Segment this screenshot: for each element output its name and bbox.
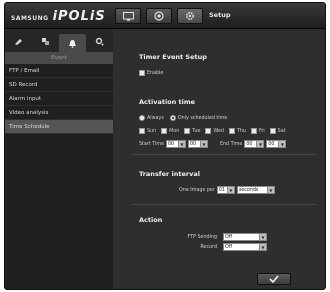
- interval-value: 01: [218, 187, 225, 193]
- sidebar-item-ftp-email[interactable]: FTP / Email: [5, 64, 113, 78]
- sidebar-item-sd-record[interactable]: SD Record: [5, 78, 113, 92]
- interval-unit: seconds: [238, 187, 259, 193]
- alarm-icon: [69, 39, 76, 48]
- chevron-down-icon: ▼: [199, 141, 207, 147]
- sidebar-section-title: Event: [5, 52, 113, 64]
- chevron-down-icon: ▼: [177, 141, 185, 147]
- start-hour-select[interactable]: 00 ▼: [165, 140, 186, 148]
- sidebar-item-time-schedule[interactable]: Time Schedule: [5, 120, 113, 134]
- fri-checkbox[interactable]: [250, 128, 257, 134]
- video-icon: [15, 38, 22, 45]
- chevron-down-icon: ▼: [266, 187, 274, 193]
- sat-label: Sat: [277, 128, 286, 134]
- action-title: Action: [139, 216, 163, 224]
- enable-checkbox[interactable]: [139, 70, 145, 76]
- divider: [131, 154, 317, 155]
- page-title: Setup: [209, 11, 231, 19]
- always-radio[interactable]: [139, 115, 145, 121]
- monitor-icon: [122, 11, 134, 21]
- timer-event-title: Timer Event Setup: [139, 53, 207, 61]
- activation-title: Activation time: [139, 98, 196, 106]
- product-text: iPOLiS: [52, 9, 106, 24]
- thu-checkbox[interactable]: [228, 128, 235, 134]
- end-hour-select[interactable]: 00 ▼: [244, 140, 265, 148]
- chevron-down-icon: ▼: [226, 187, 234, 193]
- logo: SAMSUNG iPOLiS: [11, 9, 106, 24]
- sidebar-item-alarm-input[interactable]: Alarm input: [5, 92, 113, 106]
- sat-checkbox[interactable]: [269, 128, 276, 134]
- sun-label: Sun: [147, 128, 157, 134]
- always-label: Always: [147, 115, 164, 121]
- one-image-per-label: One Image per: [179, 187, 215, 193]
- mon-label: Mon: [169, 128, 180, 134]
- scheduled-radio[interactable]: [169, 115, 176, 121]
- ftp-sending-label: FTP Sending: [187, 234, 217, 240]
- setup-button[interactable]: [177, 8, 203, 24]
- interval-unit-select[interactable]: seconds ▼: [236, 186, 275, 194]
- record-select[interactable]: Off ▼: [223, 243, 267, 251]
- start-minute-value: 00: [189, 141, 197, 147]
- playback-button[interactable]: [146, 8, 172, 24]
- camera-icon: [154, 11, 164, 21]
- chevron-down-icon: ▼: [259, 244, 266, 250]
- live-view-button[interactable]: [115, 8, 141, 24]
- wed-checkbox[interactable]: [205, 128, 212, 134]
- network-icon: [42, 37, 49, 45]
- start-time-label: Start Time: [139, 141, 164, 147]
- tab-system[interactable]: [86, 34, 113, 48]
- brand-text: SAMSUNG: [11, 15, 49, 22]
- sidebar-item-video-analysis[interactable]: Video analysis: [5, 106, 113, 120]
- interval-value-select[interactable]: 01 ▼: [216, 186, 235, 194]
- end-hour-value: 00: [246, 141, 253, 147]
- tab-video[interactable]: [5, 34, 32, 48]
- record-value: Off: [225, 244, 233, 250]
- sun-checkbox[interactable]: [139, 128, 145, 134]
- system-icon: [95, 37, 104, 45]
- enable-label: Enable: [147, 70, 164, 76]
- end-minute-value: 00: [268, 141, 275, 147]
- end-minute-select[interactable]: 00 ▼: [266, 140, 287, 148]
- tue-label: Tue: [192, 128, 201, 134]
- start-minute-select[interactable]: 00 ▼: [187, 140, 208, 148]
- scheduled-label: Only scheduled time: [177, 115, 228, 121]
- tab-event[interactable]: [59, 34, 86, 52]
- chevron-down-icon: ▼: [259, 234, 266, 240]
- ftp-sending-select[interactable]: Off ▼: [223, 233, 267, 241]
- divider: [131, 204, 317, 205]
- tab-network[interactable]: [32, 34, 59, 48]
- wed-label: Wed: [213, 128, 224, 134]
- fri-label: Fri: [258, 128, 265, 134]
- record-label: Record: [200, 244, 217, 250]
- tue-checkbox[interactable]: [184, 128, 191, 134]
- mon-checkbox[interactable]: [161, 128, 168, 134]
- checkmark-icon: [269, 275, 279, 283]
- apply-button[interactable]: [257, 273, 291, 285]
- sidebar: Event FTP / Email SD Record Alarm input …: [5, 30, 113, 289]
- thu-label: Thu: [236, 128, 246, 134]
- gear-icon: [185, 11, 195, 21]
- sidebar-tabs: [5, 30, 113, 52]
- chevron-down-icon: ▼: [278, 141, 286, 147]
- setup-window: SAMSUNG iPOLiS Setup Event FTP / Email S…: [4, 2, 326, 290]
- top-bar: SAMSUNG iPOLiS Setup: [5, 3, 325, 29]
- end-time-label: End Time: [219, 141, 243, 147]
- transfer-interval-title: Transfer interval: [139, 170, 200, 178]
- ftp-sending-value: Off: [225, 234, 233, 240]
- chevron-down-icon: ▼: [256, 141, 264, 147]
- main-panel: Timer Event Setup Enable Activation time…: [113, 30, 325, 289]
- start-hour-value: 00: [167, 141, 175, 147]
